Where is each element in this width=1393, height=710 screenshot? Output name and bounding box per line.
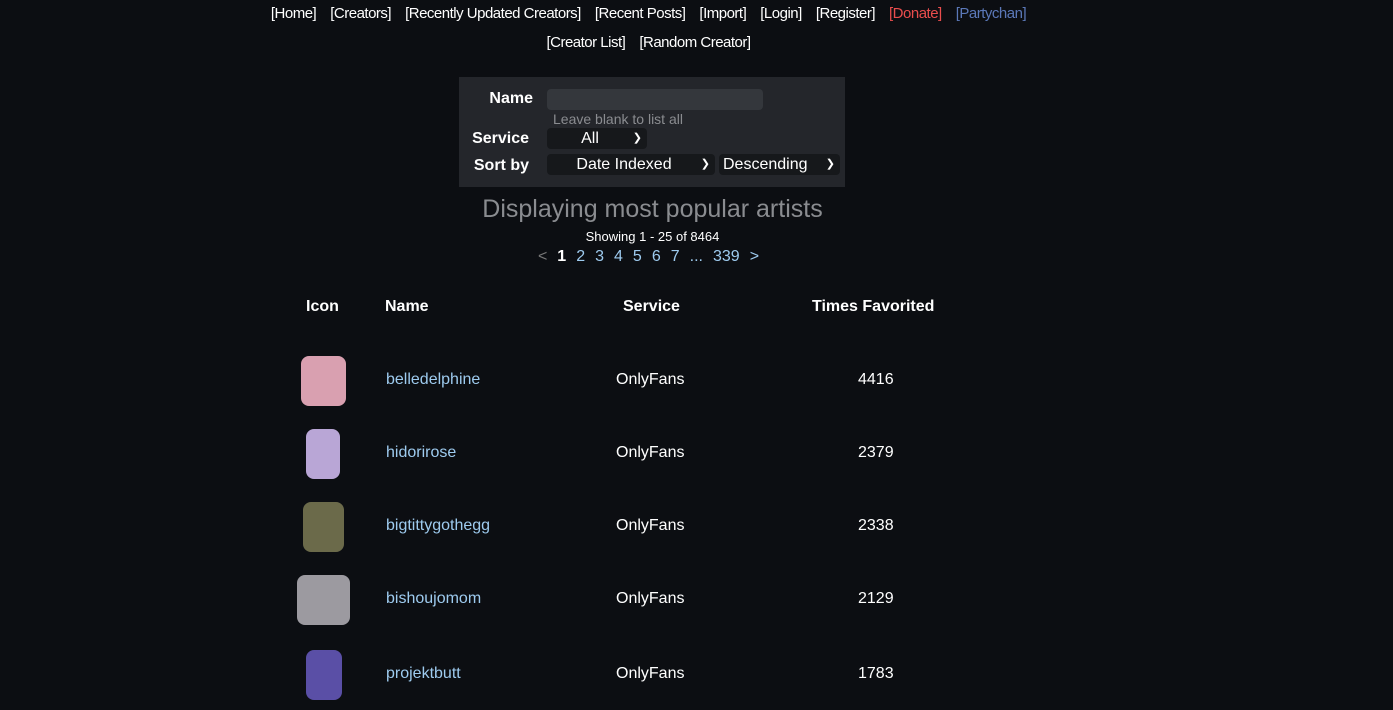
nav-link[interactable]: [Random Creator] <box>639 34 751 51</box>
service: OnlyFans <box>616 371 685 388</box>
order-select[interactable]: Descending ❯ <box>719 154 840 175</box>
service-select[interactable]: All ❯ <box>547 128 647 149</box>
nav-link[interactable]: [Import] <box>699 5 746 22</box>
nav-link[interactable]: [Home] <box>271 5 317 22</box>
next-page-button[interactable]: > <box>750 248 759 265</box>
nav-link[interactable]: [Creator List] <box>546 34 625 51</box>
creator-name-link[interactable]: bishoujomom <box>386 590 481 608</box>
avatar[interactable] <box>306 650 342 700</box>
order-value: Descending <box>723 156 808 173</box>
nav-link[interactable]: [Partychan] <box>956 5 1027 22</box>
name-hint: Leave blank to list all <box>553 111 683 127</box>
page-link: ... <box>689 248 703 265</box>
name-input[interactable] <box>547 89 763 110</box>
header-times-favorited[interactable]: Times Favorited <box>812 298 934 316</box>
times-favorited: 4416 <box>858 371 894 388</box>
sort-value: Date Indexed <box>576 156 672 173</box>
creator-name-link[interactable]: belledelphine <box>386 371 480 389</box>
chevron-down-icon: ❯ <box>825 158 835 170</box>
avatar[interactable] <box>303 502 344 552</box>
header-icon: Icon <box>306 298 339 315</box>
times-favorited: 1783 <box>858 665 894 682</box>
avatar[interactable] <box>297 575 350 625</box>
creator-name-link[interactable]: bigtittygothegg <box>386 517 490 535</box>
nav-link[interactable]: [Register] <box>816 5 876 22</box>
service: OnlyFans <box>616 444 685 461</box>
service: OnlyFans <box>616 665 685 682</box>
service: OnlyFans <box>616 590 685 607</box>
chevron-down-icon: ❯ <box>700 158 710 170</box>
creator-name-link[interactable]: hidorirose <box>386 444 456 462</box>
times-favorited: 2129 <box>858 590 894 607</box>
name-label: Name <box>489 90 533 107</box>
times-favorited: 2379 <box>858 444 894 461</box>
service-value: All <box>581 130 599 147</box>
page-link[interactable]: 4 <box>614 248 623 265</box>
table-row: bigtittygothegg OnlyFans 2338 <box>0 502 1393 562</box>
header-service[interactable]: Service <box>623 298 680 316</box>
nav-link[interactable]: [Login] <box>760 5 802 22</box>
times-favorited: 2338 <box>858 517 894 534</box>
page-link[interactable]: 1 <box>557 248 566 265</box>
pagination: <1 2 3 4 5 6 7... 339 > <box>0 248 1297 266</box>
service: OnlyFans <box>616 517 685 534</box>
page-link[interactable]: 339 <box>713 248 740 265</box>
page-link[interactable]: 6 <box>652 248 661 265</box>
sort-label: Sort by <box>473 157 529 174</box>
sort-select[interactable]: Date Indexed ❯ <box>547 154 715 175</box>
table-row: bishoujomom OnlyFans 2129 <box>0 575 1393 635</box>
nav-link[interactable]: [Recently Updated Creators] <box>405 5 581 22</box>
page-link[interactable]: 5 <box>633 248 642 265</box>
avatar[interactable] <box>306 429 340 479</box>
avatar[interactable] <box>301 356 346 406</box>
page-heading: Displaying most popular artists <box>482 195 823 223</box>
search-form: Name Leave blank to list all Service All… <box>459 77 845 187</box>
nav-link[interactable]: [Donate] <box>889 5 942 22</box>
nav-link[interactable]: [Creators] <box>330 5 391 22</box>
chevron-down-icon: ❯ <box>632 132 642 144</box>
prev-page-button[interactable]: < <box>538 248 547 265</box>
page-link[interactable]: 2 <box>576 248 585 265</box>
page-link[interactable]: 7 <box>671 248 680 265</box>
table-row: belledelphine OnlyFans 4416 <box>0 356 1393 416</box>
result-count: Showing 1 - 25 of 8464 <box>585 229 720 244</box>
table-row: projektbutt OnlyFans 1783 <box>0 650 1393 710</box>
service-label: Service <box>472 130 529 147</box>
nav-link[interactable]: [Recent Posts] <box>595 5 686 22</box>
header-name[interactable]: Name <box>385 298 429 316</box>
table-row: hidorirose OnlyFans 2379 <box>0 429 1393 489</box>
page-link[interactable]: 3 <box>595 248 604 265</box>
creator-name-link[interactable]: projektbutt <box>386 665 461 683</box>
